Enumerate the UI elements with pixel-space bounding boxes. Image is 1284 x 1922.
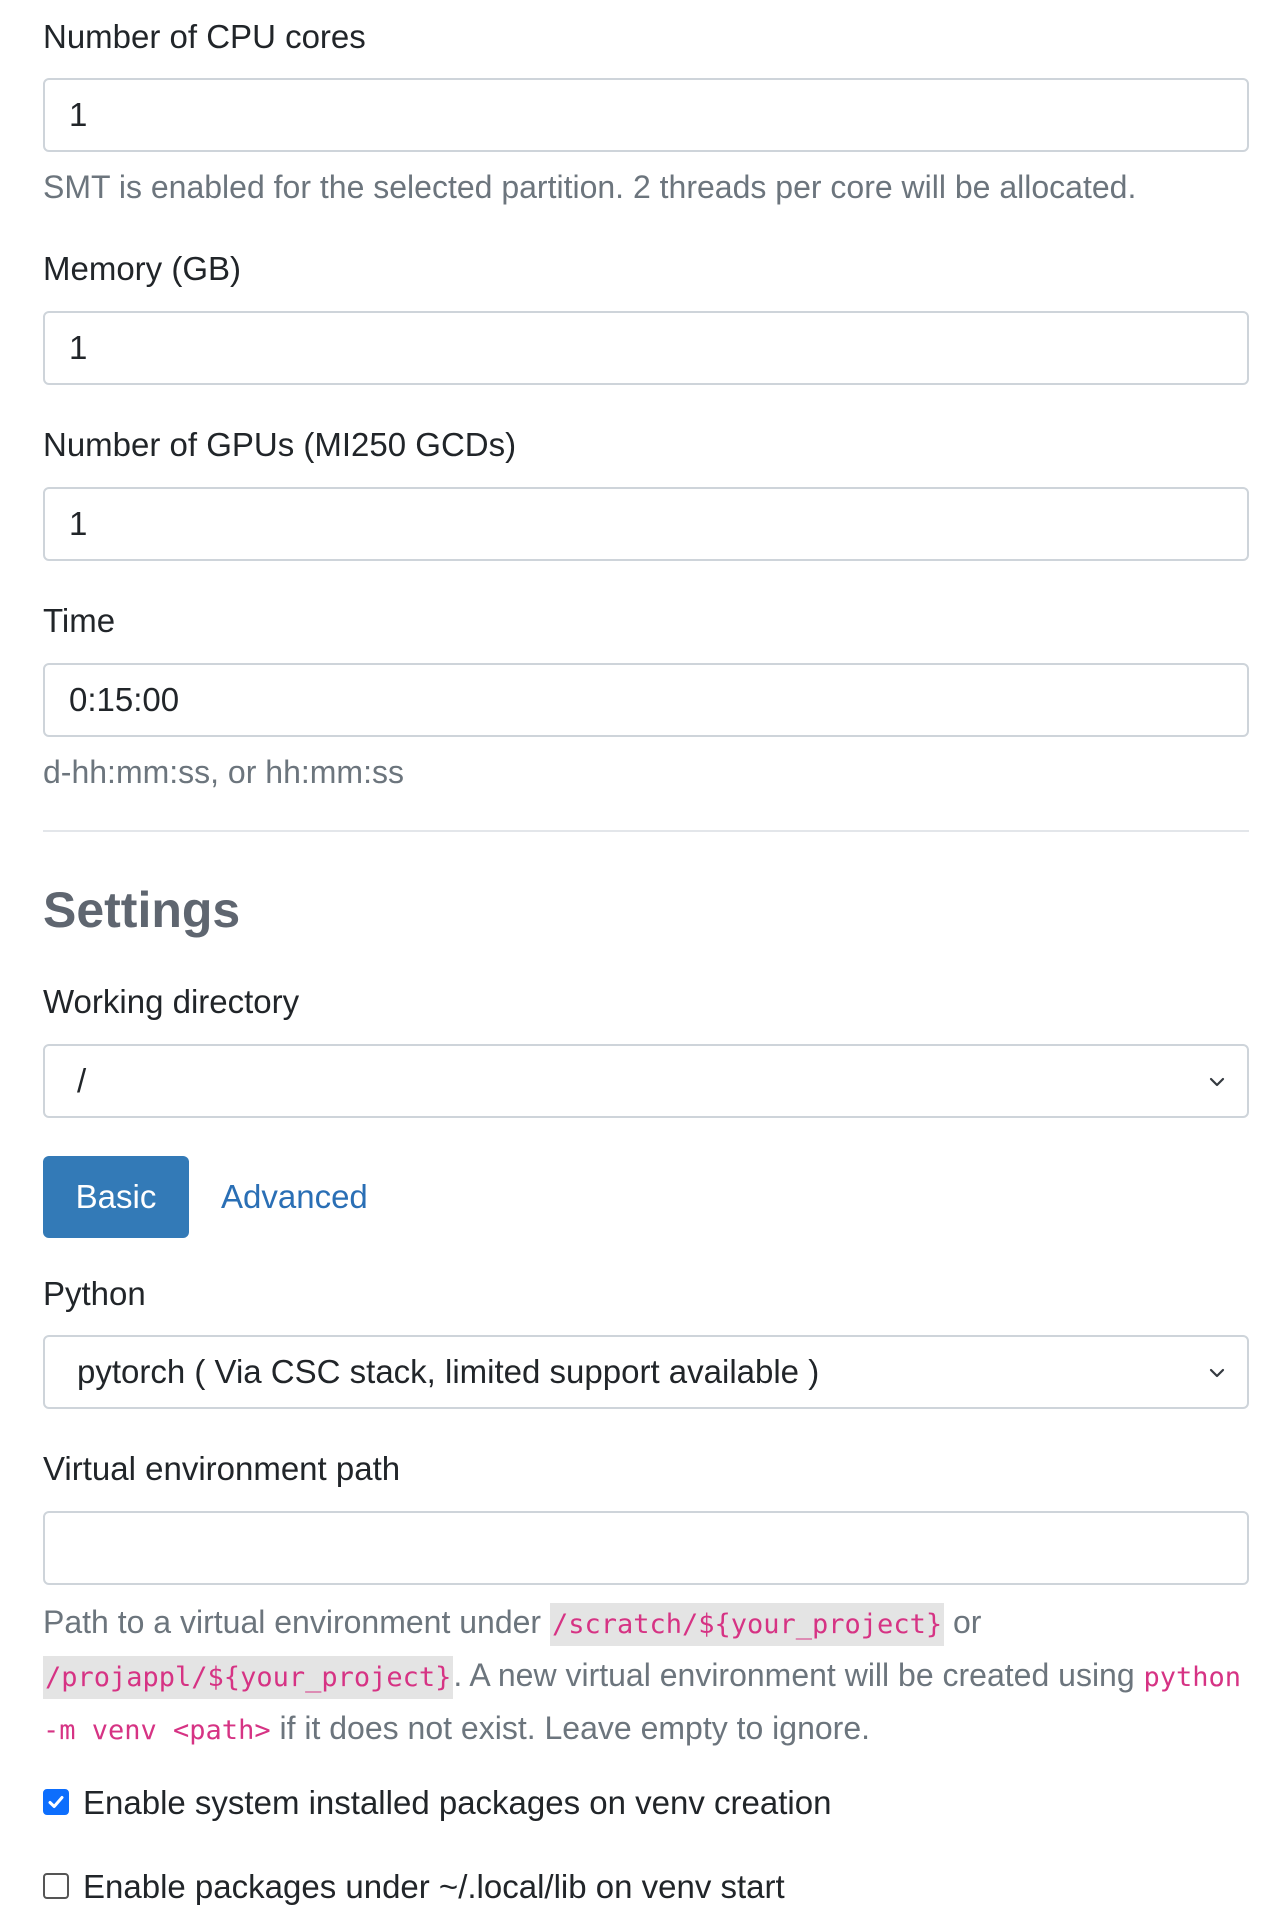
gpus-value: 1 <box>69 505 88 542</box>
venv-path-input[interactable] <box>43 1511 1249 1585</box>
venv-help-prefix: Path to a virtual environment under <box>43 1604 550 1640</box>
python-select[interactable]: pytorch ( Via CSC stack, limited support… <box>43 1335 1249 1409</box>
time-help: d-hh:mm:ss, or hh:mm:ss <box>43 754 404 790</box>
system-packages-label: Enable system installed packages on venv… <box>83 1784 832 1821</box>
local-lib-option[interactable]: Enable packages under ~/.local/lib on ve… <box>43 1866 785 1908</box>
working-directory-label: Working directory <box>43 983 300 1020</box>
job-form: Number of CPU cores 1 SMT is enabled for… <box>0 0 1284 1922</box>
python-label: Python <box>43 1275 146 1312</box>
working-directory-value: / <box>77 1062 87 1099</box>
working-directory-select[interactable]: / <box>43 1044 1249 1118</box>
time-label: Time <box>43 602 116 639</box>
venv-path-help: Path to a virtual environment under /scr… <box>43 1597 1253 1756</box>
cpu-cores-input[interactable]: 1 <box>43 78 1249 152</box>
settings-heading: Settings <box>43 882 241 938</box>
basic-tab-button[interactable]: Basic <box>43 1156 189 1238</box>
time-value: 0:15:00 <box>69 681 180 718</box>
system-packages-option[interactable]: Enable system installed packages on venv… <box>43 1782 831 1824</box>
gpus-label: Number of GPUs (MI250 GCDs) <box>43 426 517 463</box>
checkmark-icon <box>48 1796 64 1809</box>
system-packages-checkbox[interactable] <box>43 1789 69 1816</box>
time-input[interactable]: 0:15:00 <box>43 663 1249 737</box>
memory-input[interactable]: 1 <box>43 311 1249 385</box>
venv-scratch-path: /scratch/${your_project} <box>549 1603 945 1646</box>
local-lib-label: Enable packages under ~/.local/lib on ve… <box>83 1868 785 1905</box>
chevron-down-icon <box>1209 1077 1225 1087</box>
venv-help-suffix: if it does not exist. Leave empty to ign… <box>270 1710 871 1746</box>
chevron-down-icon <box>1209 1368 1225 1378</box>
cpu-cores-value: 1 <box>69 96 88 133</box>
cpu-cores-label: Number of CPU cores <box>43 18 366 55</box>
memory-value: 1 <box>69 329 88 366</box>
python-value: pytorch ( Via CSC stack, limited support… <box>77 1353 820 1390</box>
memory-label: Memory (GB) <box>43 250 241 287</box>
venv-projappl-path: /projappl/${your_project} <box>43 1656 454 1699</box>
cpu-cores-help: SMT is enabled for the selected partitio… <box>43 169 1137 205</box>
venv-help-or: or <box>944 1604 982 1640</box>
gpus-input[interactable]: 1 <box>43 487 1249 561</box>
section-divider <box>43 830 1249 832</box>
local-lib-checkbox[interactable] <box>43 1873 69 1900</box>
advanced-tab-link[interactable]: Advanced <box>221 1176 368 1218</box>
venv-help-mid: . A new virtual environment will be crea… <box>453 1657 1144 1693</box>
venv-path-label: Virtual environment path <box>43 1450 401 1487</box>
